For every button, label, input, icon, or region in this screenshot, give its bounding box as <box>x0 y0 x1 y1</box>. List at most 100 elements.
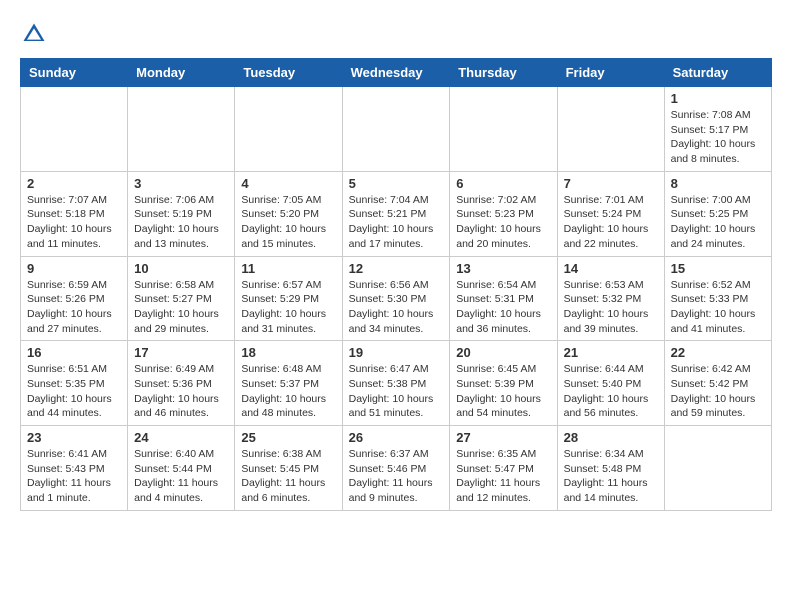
calendar-cell: 8 Sunrise: 7:00 AM Sunset: 5:25 PM Daylig… <box>664 171 771 256</box>
calendar-table: SundayMondayTuesdayWednesdayThursdayFrid… <box>20 58 772 511</box>
day-number: 5 <box>349 176 444 191</box>
calendar-cell: 27 Sunrise: 6:35 AM Sunset: 5:47 PM Dayli… <box>450 426 557 511</box>
calendar-week-row: 1 Sunrise: 7:08 AM Sunset: 5:17 PM Daylig… <box>21 87 772 172</box>
day-number: 18 <box>241 345 335 360</box>
day-number: 15 <box>671 261 765 276</box>
calendar-cell: 22 Sunrise: 6:42 AM Sunset: 5:42 PM Dayli… <box>664 341 771 426</box>
calendar-cell <box>128 87 235 172</box>
calendar-header-row: SundayMondayTuesdayWednesdayThursdayFrid… <box>21 59 772 87</box>
day-info: Sunrise: 6:47 AM Sunset: 5:38 PM Dayligh… <box>349 362 444 421</box>
day-number: 9 <box>27 261 121 276</box>
calendar-cell: 13 Sunrise: 6:54 AM Sunset: 5:31 PM Dayli… <box>450 256 557 341</box>
day-info: Sunrise: 7:00 AM Sunset: 5:25 PM Dayligh… <box>671 193 765 252</box>
calendar-week-row: 2 Sunrise: 7:07 AM Sunset: 5:18 PM Daylig… <box>21 171 772 256</box>
day-info: Sunrise: 7:06 AM Sunset: 5:19 PM Dayligh… <box>134 193 228 252</box>
day-info: Sunrise: 6:58 AM Sunset: 5:27 PM Dayligh… <box>134 278 228 337</box>
day-number: 27 <box>456 430 550 445</box>
logo-icon <box>20 20 48 48</box>
day-of-week-header: Saturday <box>664 59 771 87</box>
day-number: 28 <box>564 430 658 445</box>
calendar-cell: 15 Sunrise: 6:52 AM Sunset: 5:33 PM Dayli… <box>664 256 771 341</box>
day-number: 8 <box>671 176 765 191</box>
day-info: Sunrise: 6:42 AM Sunset: 5:42 PM Dayligh… <box>671 362 765 421</box>
calendar-cell: 16 Sunrise: 6:51 AM Sunset: 5:35 PM Dayli… <box>21 341 128 426</box>
day-info: Sunrise: 6:40 AM Sunset: 5:44 PM Dayligh… <box>134 447 228 506</box>
calendar-week-row: 9 Sunrise: 6:59 AM Sunset: 5:26 PM Daylig… <box>21 256 772 341</box>
calendar-cell: 1 Sunrise: 7:08 AM Sunset: 5:17 PM Daylig… <box>664 87 771 172</box>
calendar-cell: 6 Sunrise: 7:02 AM Sunset: 5:23 PM Daylig… <box>450 171 557 256</box>
calendar-cell: 11 Sunrise: 6:57 AM Sunset: 5:29 PM Dayli… <box>235 256 342 341</box>
day-number: 13 <box>456 261 550 276</box>
day-number: 24 <box>134 430 228 445</box>
day-info: Sunrise: 7:05 AM Sunset: 5:20 PM Dayligh… <box>241 193 335 252</box>
day-of-week-header: Tuesday <box>235 59 342 87</box>
day-of-week-header: Friday <box>557 59 664 87</box>
day-number: 7 <box>564 176 658 191</box>
day-of-week-header: Sunday <box>21 59 128 87</box>
day-info: Sunrise: 7:04 AM Sunset: 5:21 PM Dayligh… <box>349 193 444 252</box>
day-number: 2 <box>27 176 121 191</box>
calendar-cell: 25 Sunrise: 6:38 AM Sunset: 5:45 PM Dayli… <box>235 426 342 511</box>
day-number: 1 <box>671 91 765 106</box>
calendar-cell: 26Sunrise: 6:37 AM Sunset: 5:46 PM Dayli… <box>342 426 450 511</box>
calendar-cell: 17Sunrise: 6:49 AM Sunset: 5:36 PM Dayli… <box>128 341 235 426</box>
calendar-cell: 19 Sunrise: 6:47 AM Sunset: 5:38 PM Dayli… <box>342 341 450 426</box>
day-number: 21 <box>564 345 658 360</box>
calendar-cell: 14 Sunrise: 6:53 AM Sunset: 5:32 PM Dayli… <box>557 256 664 341</box>
day-info: Sunrise: 6:53 AM Sunset: 5:32 PM Dayligh… <box>564 278 658 337</box>
day-info: Sunrise: 7:08 AM Sunset: 5:17 PM Dayligh… <box>671 108 765 167</box>
day-info: Sunrise: 7:07 AM Sunset: 5:18 PM Dayligh… <box>27 193 121 252</box>
day-info: Sunrise: 6:34 AM Sunset: 5:48 PM Dayligh… <box>564 447 658 506</box>
day-info: Sunrise: 6:49 AM Sunset: 5:36 PM Dayligh… <box>134 362 228 421</box>
day-info: Sunrise: 6:44 AM Sunset: 5:40 PM Dayligh… <box>564 362 658 421</box>
day-number: 26 <box>349 430 444 445</box>
day-number: 11 <box>241 261 335 276</box>
day-number: 4 <box>241 176 335 191</box>
day-number: 16 <box>27 345 121 360</box>
day-info: Sunrise: 6:57 AM Sunset: 5:29 PM Dayligh… <box>241 278 335 337</box>
day-of-week-header: Wednesday <box>342 59 450 87</box>
day-info: Sunrise: 6:35 AM Sunset: 5:47 PM Dayligh… <box>456 447 550 506</box>
calendar-cell: 28 Sunrise: 6:34 AM Sunset: 5:48 PM Dayli… <box>557 426 664 511</box>
calendar-cell: 4 Sunrise: 7:05 AM Sunset: 5:20 PM Daylig… <box>235 171 342 256</box>
logo <box>20 20 52 48</box>
day-number: 10 <box>134 261 228 276</box>
calendar-cell: 12Sunrise: 6:56 AM Sunset: 5:30 PM Dayli… <box>342 256 450 341</box>
day-number: 22 <box>671 345 765 360</box>
day-info: Sunrise: 6:41 AM Sunset: 5:43 PM Dayligh… <box>27 447 121 506</box>
calendar-cell <box>664 426 771 511</box>
calendar-cell: 5 Sunrise: 7:04 AM Sunset: 5:21 PM Daylig… <box>342 171 450 256</box>
day-number: 6 <box>456 176 550 191</box>
day-of-week-header: Monday <box>128 59 235 87</box>
day-number: 14 <box>564 261 658 276</box>
day-info: Sunrise: 6:38 AM Sunset: 5:45 PM Dayligh… <box>241 447 335 506</box>
day-info: Sunrise: 6:52 AM Sunset: 5:33 PM Dayligh… <box>671 278 765 337</box>
day-number: 25 <box>241 430 335 445</box>
calendar-cell <box>557 87 664 172</box>
calendar-cell: 18Sunrise: 6:48 AM Sunset: 5:37 PM Dayli… <box>235 341 342 426</box>
calendar-cell: 21 Sunrise: 6:44 AM Sunset: 5:40 PM Dayli… <box>557 341 664 426</box>
page-header <box>20 20 772 48</box>
calendar-cell <box>342 87 450 172</box>
calendar-week-row: 23 Sunrise: 6:41 AM Sunset: 5:43 PM Dayli… <box>21 426 772 511</box>
day-info: Sunrise: 7:02 AM Sunset: 5:23 PM Dayligh… <box>456 193 550 252</box>
calendar-cell: 20 Sunrise: 6:45 AM Sunset: 5:39 PM Dayli… <box>450 341 557 426</box>
calendar-cell: 9 Sunrise: 6:59 AM Sunset: 5:26 PM Daylig… <box>21 256 128 341</box>
calendar-cell: 7Sunrise: 7:01 AM Sunset: 5:24 PM Daylig… <box>557 171 664 256</box>
day-number: 23 <box>27 430 121 445</box>
calendar-cell <box>21 87 128 172</box>
day-of-week-header: Thursday <box>450 59 557 87</box>
day-info: Sunrise: 6:54 AM Sunset: 5:31 PM Dayligh… <box>456 278 550 337</box>
day-info: Sunrise: 6:51 AM Sunset: 5:35 PM Dayligh… <box>27 362 121 421</box>
day-number: 20 <box>456 345 550 360</box>
day-number: 19 <box>349 345 444 360</box>
day-info: Sunrise: 6:45 AM Sunset: 5:39 PM Dayligh… <box>456 362 550 421</box>
day-info: Sunrise: 6:59 AM Sunset: 5:26 PM Dayligh… <box>27 278 121 337</box>
calendar-cell: 24 Sunrise: 6:40 AM Sunset: 5:44 PM Dayli… <box>128 426 235 511</box>
calendar-week-row: 16 Sunrise: 6:51 AM Sunset: 5:35 PM Dayli… <box>21 341 772 426</box>
calendar-cell <box>450 87 557 172</box>
calendar-cell <box>235 87 342 172</box>
calendar-cell: 10 Sunrise: 6:58 AM Sunset: 5:27 PM Dayli… <box>128 256 235 341</box>
calendar-cell: 3Sunrise: 7:06 AM Sunset: 5:19 PM Daylig… <box>128 171 235 256</box>
day-number: 12 <box>349 261 444 276</box>
